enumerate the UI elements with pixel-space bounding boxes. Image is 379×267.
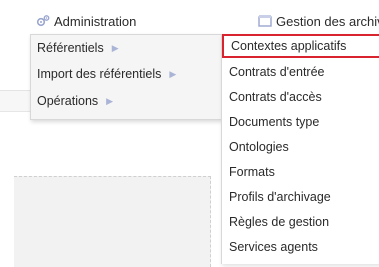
- menu-item-import-referentiels[interactable]: Import des référentiels ▶: [37, 64, 176, 84]
- submenu-item-contextes-applicatifs[interactable]: Contextes applicatifs: [222, 34, 379, 58]
- submenu-item-label: Contrats d'accès: [229, 89, 322, 104]
- nav-gestion-archives[interactable]: Gestion des archiv: [258, 13, 379, 29]
- nav-administration-label: Administration: [54, 13, 137, 29]
- menu-item-label: Référentiels: [37, 41, 104, 55]
- chevron-right-icon: ▶: [111, 42, 119, 53]
- submenu-item-contrats-entree[interactable]: Contrats d'entrée: [222, 60, 379, 83]
- submenu-item-label: Profils d'archivage: [229, 189, 331, 204]
- administration-dropdown: Référentiels ▶ Import des référentiels ▶…: [30, 34, 222, 120]
- submenu-item-services-agents[interactable]: Services agents: [222, 235, 379, 258]
- submenu-item-label: Contrats d'entrée: [229, 64, 325, 79]
- submenu-item-ontologies[interactable]: Ontologies: [222, 135, 379, 158]
- menu-item-label: Opérations: [37, 94, 99, 108]
- header-band: [0, 91, 30, 112]
- submenu-item-label: Règles de gestion: [229, 214, 330, 229]
- chevron-right-icon: ▶: [169, 68, 177, 79]
- menu-item-label: Import des référentiels: [37, 67, 162, 81]
- submenu-item-contrats-acces[interactable]: Contrats d'accès: [222, 85, 379, 108]
- submenu-item-label: Contextes applicatifs: [231, 39, 347, 53]
- nav-gestion-archives-label: Gestion des archiv: [276, 13, 379, 29]
- referentiels-submenu: Contextes applicatifs Contrats d'entrée …: [221, 34, 379, 264]
- menu-item-referentiels[interactable]: Référentiels ▶: [37, 38, 119, 58]
- submenu-item-regles-gestion[interactable]: Règles de gestion: [222, 210, 379, 233]
- gears-icon: [36, 15, 50, 27]
- submenu-item-label: Formats: [229, 164, 275, 179]
- submenu-item-profils-archivage[interactable]: Profils d'archivage: [222, 185, 379, 208]
- submenu-item-label: Ontologies: [229, 139, 289, 154]
- archive-icon: [258, 15, 272, 27]
- submenu-item-label: Services agents: [229, 239, 318, 254]
- submenu-item-formats[interactable]: Formats: [222, 160, 379, 183]
- submenu-item-label: Documents type: [229, 114, 320, 129]
- background-panel: [14, 176, 211, 267]
- chevron-right-icon: ▶: [106, 95, 114, 106]
- nav-administration[interactable]: Administration: [36, 13, 136, 29]
- submenu-item-documents-type[interactable]: Documents type: [222, 110, 379, 133]
- menu-item-operations[interactable]: Opérations ▶: [37, 91, 113, 111]
